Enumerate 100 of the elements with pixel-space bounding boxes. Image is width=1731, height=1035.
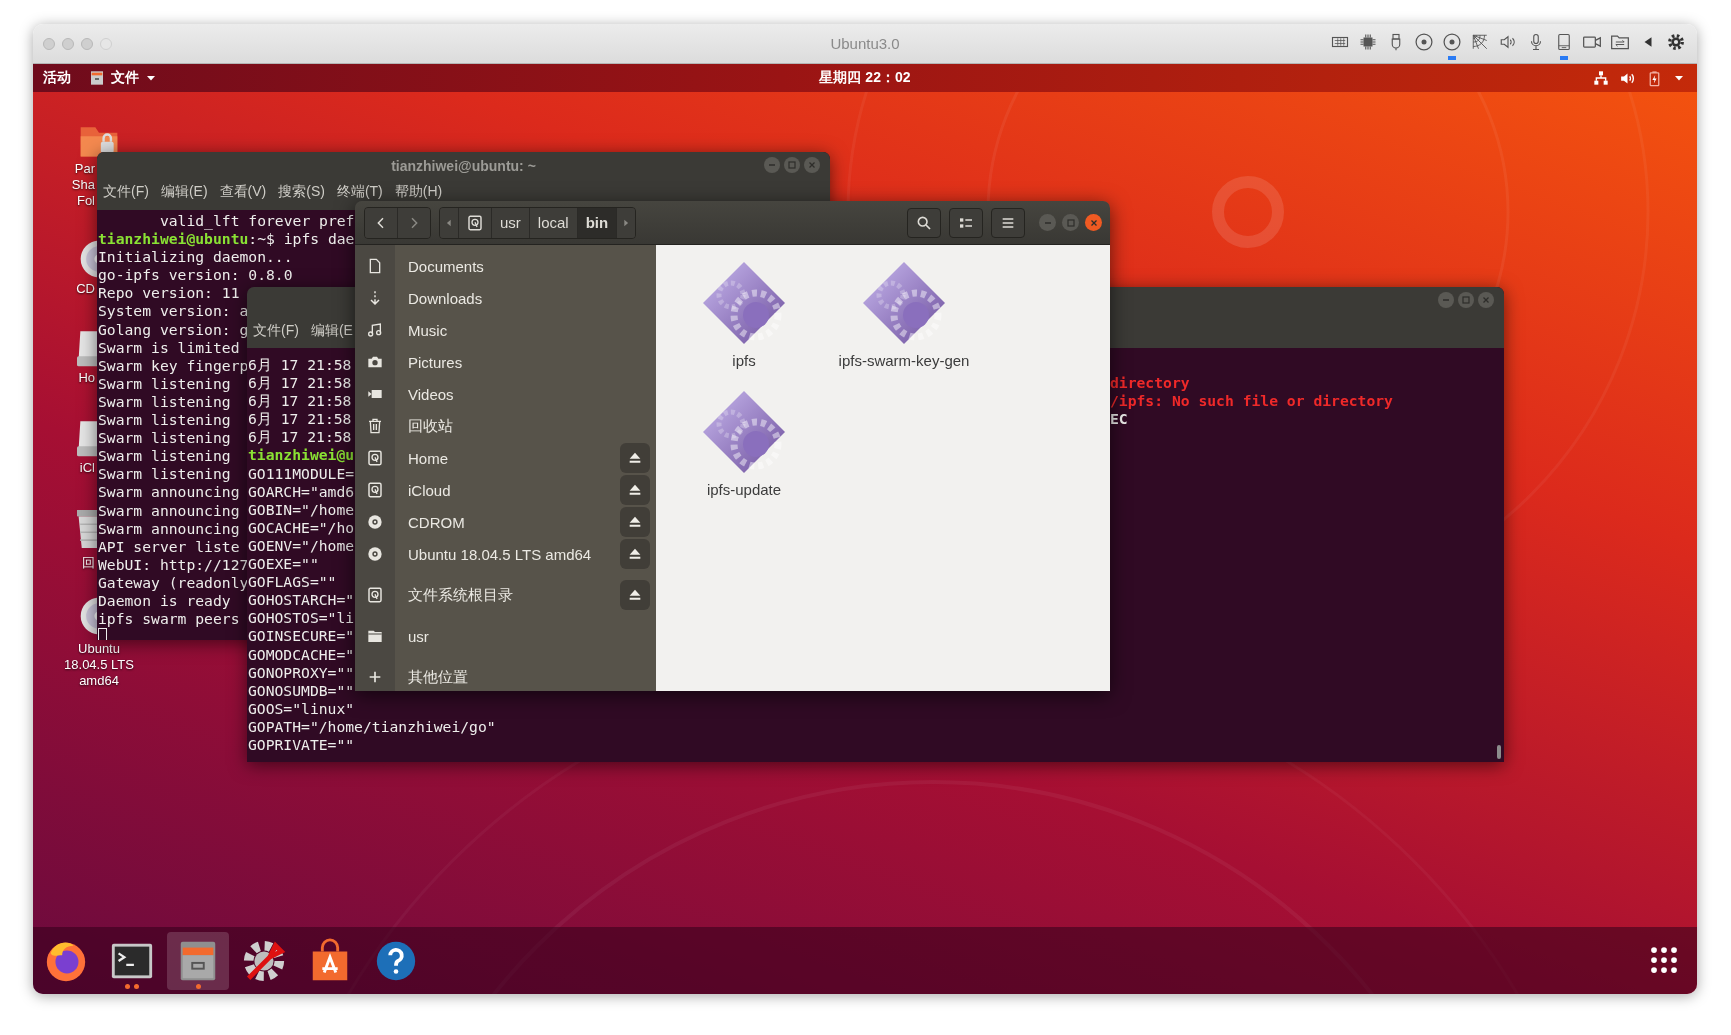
clock[interactable]: 星期四 22：02 bbox=[819, 69, 911, 87]
terminal-line: GOHOSTOS="li bbox=[248, 609, 355, 628]
sidebar-item[interactable]: iCloud bbox=[395, 481, 451, 499]
search-icon bbox=[916, 214, 932, 231]
terminal-line: Swarm listening bbox=[98, 411, 231, 430]
terminal-line: GOARCH="amd6 bbox=[248, 482, 355, 501]
terminal-line: Swarm announcing bbox=[98, 501, 240, 520]
file-name[interactable]: ipfs-swarm-key-gen bbox=[838, 352, 970, 369]
desktop-icon-label[interactable]: Ho bbox=[78, 370, 95, 386]
folder-icon bbox=[367, 628, 383, 644]
sidebar-item[interactable]: Music bbox=[395, 321, 448, 339]
menu-item[interactable]: 查看(V) bbox=[219, 183, 267, 201]
terminal-line: API server liste bbox=[98, 537, 240, 556]
sidebar-item[interactable]: Downloads bbox=[395, 289, 483, 307]
chip-icon[interactable] bbox=[1359, 32, 1377, 51]
terminal-line: EC bbox=[1110, 410, 1128, 429]
executable-icon[interactable] bbox=[861, 260, 947, 346]
executable-icon[interactable] bbox=[701, 260, 787, 346]
menu-item[interactable]: 编辑(E) bbox=[160, 183, 208, 201]
running-dot bbox=[125, 983, 130, 989]
terminal-line: 6月 17 21:58 bbox=[248, 392, 352, 411]
sidebar-item[interactable]: CDROM bbox=[395, 513, 465, 531]
desktop-icon-label[interactable]: CD bbox=[76, 281, 95, 297]
desktop-icon-label[interactable]: iCl bbox=[79, 460, 95, 476]
desktop-icon-label[interactable]: 18.04.5 LTS bbox=[64, 657, 134, 673]
desktop-icon-label[interactable]: 回 bbox=[82, 555, 95, 571]
path-button[interactable]: bin bbox=[577, 207, 618, 238]
file-cabinet-icon[interactable] bbox=[89, 70, 105, 86]
terminal-line: GO111MODULE= bbox=[248, 464, 355, 483]
terminal-line: Swarm listening bbox=[98, 374, 231, 393]
file-name[interactable]: ipfs-update bbox=[706, 481, 782, 498]
sidebar-item[interactable]: 回收站 bbox=[395, 416, 453, 436]
view-button[interactable] bbox=[949, 207, 983, 238]
menu-item[interactable]: 搜索(S) bbox=[278, 183, 325, 201]
menu-item[interactable]: 帮助(H) bbox=[394, 183, 443, 201]
terminal-line: Swarm key fingerp bbox=[98, 356, 249, 375]
terminal-line: Swarm announcing bbox=[98, 519, 240, 538]
plus-icon bbox=[367, 669, 383, 685]
desktop-icon-label[interactable]: Fol bbox=[76, 193, 95, 209]
tablet-icon[interactable] bbox=[1555, 32, 1573, 51]
eject-icon bbox=[627, 482, 643, 498]
menu-button[interactable] bbox=[991, 207, 1025, 238]
eject-button[interactable] bbox=[620, 475, 650, 505]
sidebar-item[interactable]: 文件系统根目录 bbox=[395, 585, 513, 605]
terminal-line: GOOS="linux" bbox=[248, 699, 355, 718]
terminal-line: System version: a bbox=[98, 302, 249, 321]
menu-item[interactable]: 文件(F) bbox=[253, 322, 299, 340]
sidebar-item[interactable]: Home bbox=[395, 449, 448, 467]
path-button[interactable]: usr bbox=[492, 207, 530, 238]
desktop-icon-label[interactable]: Sha bbox=[71, 177, 95, 193]
sidebar-item[interactable]: 其他位置 bbox=[395, 667, 468, 687]
menu-item[interactable]: 文件(F) bbox=[103, 183, 149, 201]
close-button[interactable] bbox=[1085, 214, 1102, 231]
file-name[interactable]: ipfs bbox=[732, 352, 756, 369]
app-grid-icon[interactable] bbox=[1649, 945, 1679, 975]
terminal-line: go-ipfs version: 0.8.0 bbox=[98, 266, 293, 285]
terminal-line: GOHOSTARCH=" bbox=[248, 591, 355, 610]
desktop-icon-label[interactable]: amd64 bbox=[79, 673, 119, 689]
eject-button[interactable] bbox=[620, 443, 650, 473]
eject-button[interactable] bbox=[620, 539, 650, 569]
document-icon bbox=[367, 258, 383, 274]
terminal-line: 6月 17 21:58 bbox=[248, 356, 352, 375]
terminal-line: GOPATH="/home/tianzhiwei/go" bbox=[248, 717, 496, 736]
activities-button[interactable]: 活动 bbox=[43, 69, 71, 87]
sidebar-item[interactable]: Pictures bbox=[395, 353, 463, 371]
sidebar-item[interactable]: Ubuntu 18.04.5 LTS amd64 bbox=[395, 545, 592, 563]
eject-icon bbox=[627, 546, 643, 562]
disc-icon bbox=[367, 546, 383, 562]
maximize-icon bbox=[1461, 295, 1471, 305]
sidebar-item[interactable]: Documents bbox=[395, 257, 484, 275]
sidebar-item[interactable]: Videos bbox=[395, 385, 454, 403]
desktop-icon-label[interactable]: Ubuntu bbox=[78, 641, 120, 657]
back-button[interactable] bbox=[365, 207, 398, 238]
eject-icon bbox=[627, 450, 643, 466]
path-button[interactable]: local bbox=[529, 207, 578, 238]
disc-icon[interactable] bbox=[1414, 31, 1434, 52]
scroll-right-button[interactable] bbox=[617, 207, 636, 238]
search-button[interactable] bbox=[907, 207, 941, 238]
scrollbar-thumb[interactable] bbox=[1497, 745, 1501, 759]
spiderweb-icon[interactable] bbox=[1471, 32, 1489, 51]
executable-icon[interactable] bbox=[701, 389, 787, 475]
menu-item[interactable]: 编辑(E bbox=[310, 322, 353, 340]
app-menu[interactable]: 文件 bbox=[111, 69, 139, 87]
download-icon bbox=[367, 290, 383, 306]
disc-icon[interactable] bbox=[1442, 31, 1462, 52]
network-icon[interactable] bbox=[1593, 70, 1609, 86]
desktop-icon-label[interactable]: Par bbox=[74, 161, 95, 177]
sidebar-item[interactable]: usr bbox=[395, 627, 429, 645]
maximize-icon bbox=[787, 160, 797, 170]
settings-icon[interactable] bbox=[1666, 31, 1686, 52]
eject-button[interactable] bbox=[620, 580, 650, 610]
terminal-line: GONOSUMDB="" bbox=[248, 681, 355, 700]
eject-button[interactable] bbox=[620, 507, 650, 537]
menu-item[interactable]: 终端(T) bbox=[336, 183, 383, 201]
eject-icon bbox=[627, 514, 643, 530]
eject-icon bbox=[627, 587, 643, 603]
path-button[interactable] bbox=[459, 207, 492, 238]
drive-icon bbox=[77, 328, 97, 368]
terminal-line: Swarm listening bbox=[98, 392, 231, 412]
running-dot bbox=[195, 983, 201, 989]
